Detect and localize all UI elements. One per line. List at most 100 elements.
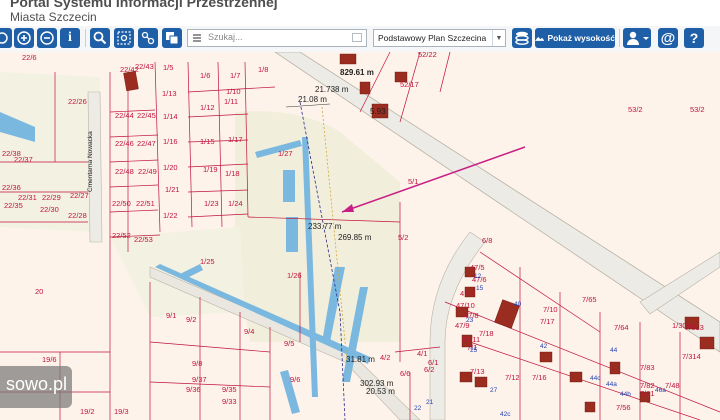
- measurement-label: 233.77 m: [308, 222, 342, 231]
- measurement-label: 5.93: [370, 107, 386, 116]
- building-number-label: 25: [470, 347, 478, 354]
- parcel-label: 1/18: [225, 169, 240, 178]
- building-number-label: 23: [466, 317, 474, 324]
- parcel-label: 7/13: [470, 367, 485, 376]
- info-button[interactable]: i: [60, 28, 80, 48]
- email-button[interactable]: @: [658, 28, 678, 48]
- parcel-label: 1/19: [203, 165, 218, 174]
- parcel-label: 7/18: [479, 329, 494, 338]
- measurement-label: 269.85 m: [338, 233, 372, 242]
- parcel-label: 1/27: [278, 149, 293, 158]
- parcel-label: 22/46: [115, 139, 134, 148]
- parcel-label: 47/7: [460, 289, 475, 298]
- parcel-label: 19/6: [42, 355, 57, 364]
- search-placeholder: Szukaj...: [208, 32, 243, 42]
- height-icon: [535, 36, 545, 41]
- layers-button[interactable]: [512, 28, 532, 48]
- parcel-label: 7/64: [614, 323, 629, 332]
- parcel-label: 22/28: [68, 211, 87, 220]
- zoom-out-button[interactable]: [37, 28, 57, 48]
- parcel-label: 9/4: [244, 327, 254, 336]
- parcel-label: 47/5: [470, 263, 485, 272]
- pan-icon: [0, 32, 8, 44]
- parcel-label: 1/16: [163, 137, 178, 146]
- measure-icon: [141, 31, 155, 45]
- parcel-label: 1/6: [200, 71, 210, 80]
- measurement-label: 829.61 m: [340, 68, 374, 77]
- parcel-label: 22/30: [40, 205, 59, 214]
- parcel-label: 53/2: [690, 105, 705, 114]
- show-height-button[interactable]: Pokaż wysokość: [535, 28, 615, 48]
- copy-icon: [166, 32, 179, 45]
- layers-icon: [515, 31, 529, 45]
- parcel-label: 22/27: [70, 191, 89, 200]
- building-number-label: 42: [540, 343, 548, 350]
- building-number-label: 42c: [500, 411, 511, 418]
- measure-button[interactable]: [138, 28, 158, 48]
- parcel-label: 22/43: [135, 62, 154, 71]
- watermark-text: sowo.pl: [6, 374, 68, 394]
- building-number-label: 15: [476, 285, 484, 292]
- pan-button[interactable]: [0, 28, 12, 48]
- parcel-label: 47/10: [456, 301, 475, 310]
- zoom-in-icon: [17, 31, 31, 45]
- search-button[interactable]: [90, 28, 110, 48]
- help-button[interactable]: ?: [684, 28, 704, 48]
- building-number-label: 22: [414, 405, 422, 412]
- parcel-label: 1/13: [162, 89, 177, 98]
- parcel-label: 22/51: [136, 199, 155, 208]
- measurement-label: 31.81 m: [346, 355, 375, 364]
- parcel-label: 1/5: [163, 63, 173, 72]
- parcel-label: 1/15: [200, 137, 215, 146]
- parcel-label: 1/24: [228, 199, 243, 208]
- parcel-label: 9/2: [186, 315, 196, 324]
- copy-button[interactable]: [162, 28, 182, 48]
- search-icon: [93, 31, 107, 45]
- parcel-label: 1/22: [163, 211, 178, 220]
- parcel-label: 1/11: [224, 97, 238, 106]
- search-clear-icon[interactable]: [352, 33, 362, 42]
- parcel-label: 1/17: [228, 135, 243, 144]
- map-canvas[interactable]: Cmentarna Nowacka 829.61 m 21.738 m 21.0…: [0, 52, 720, 420]
- parcel-label: 7/65: [582, 295, 597, 304]
- parcel-label: 22/29: [42, 193, 61, 202]
- parcel-label: 52/22: [418, 52, 437, 59]
- parcel-label: 9/8: [192, 359, 202, 368]
- parcel-label: 22/26: [68, 97, 87, 106]
- parcel-label: 1/12: [200, 103, 215, 112]
- parcel-label: 7/48: [665, 381, 680, 390]
- zoom-extent-button[interactable]: [114, 28, 134, 48]
- parcel-label: 6/6: [400, 369, 410, 378]
- app-header: Portal Systemu Informacji Przestrzennej …: [0, 0, 720, 26]
- toolbar-separator: [85, 29, 86, 47]
- parcel-label: 7/81: [640, 389, 655, 398]
- parcel-label: 22/49: [138, 167, 157, 176]
- parcel-label: 19/3: [114, 407, 129, 416]
- watermark: sowo.pl: [0, 366, 72, 408]
- portal-subtitle: Miasta Szczecin: [10, 10, 97, 24]
- building-number-label: 12: [474, 273, 482, 280]
- parcel-label: 6/2: [424, 365, 434, 374]
- parcel-label: 22/37: [14, 155, 33, 164]
- search-field[interactable]: Szukaj...: [187, 29, 367, 47]
- parcel-label: 1/10: [226, 87, 241, 96]
- parcel-label: 7/12: [505, 373, 520, 382]
- parcel-label: 22/48: [115, 167, 134, 176]
- zoom-in-button[interactable]: [14, 28, 34, 48]
- parcel-label: 9/5: [284, 339, 294, 348]
- parcel-label: 20: [35, 287, 43, 296]
- measurement-label: 20.53 m: [366, 387, 395, 396]
- parcel-label: 22/35: [4, 201, 23, 210]
- parcel-label: 53/2: [628, 105, 643, 114]
- parcel-label: 7/314: [682, 352, 701, 361]
- parcel-label: 1/25: [200, 257, 215, 266]
- user-menu-button[interactable]: [623, 28, 651, 48]
- parcel-label: 5/2: [398, 233, 408, 242]
- parcel-label: 7/16: [532, 373, 547, 382]
- parcel-label: 22/6: [22, 53, 37, 62]
- parcel-label: 5/1: [408, 177, 418, 186]
- parcel-label: 22/52: [112, 231, 131, 240]
- building-number-label: 21: [426, 399, 434, 406]
- base-layer-select[interactable]: Podstawowy Plan Szczecina ▼: [373, 29, 506, 47]
- building-number-label: 44c: [590, 375, 601, 382]
